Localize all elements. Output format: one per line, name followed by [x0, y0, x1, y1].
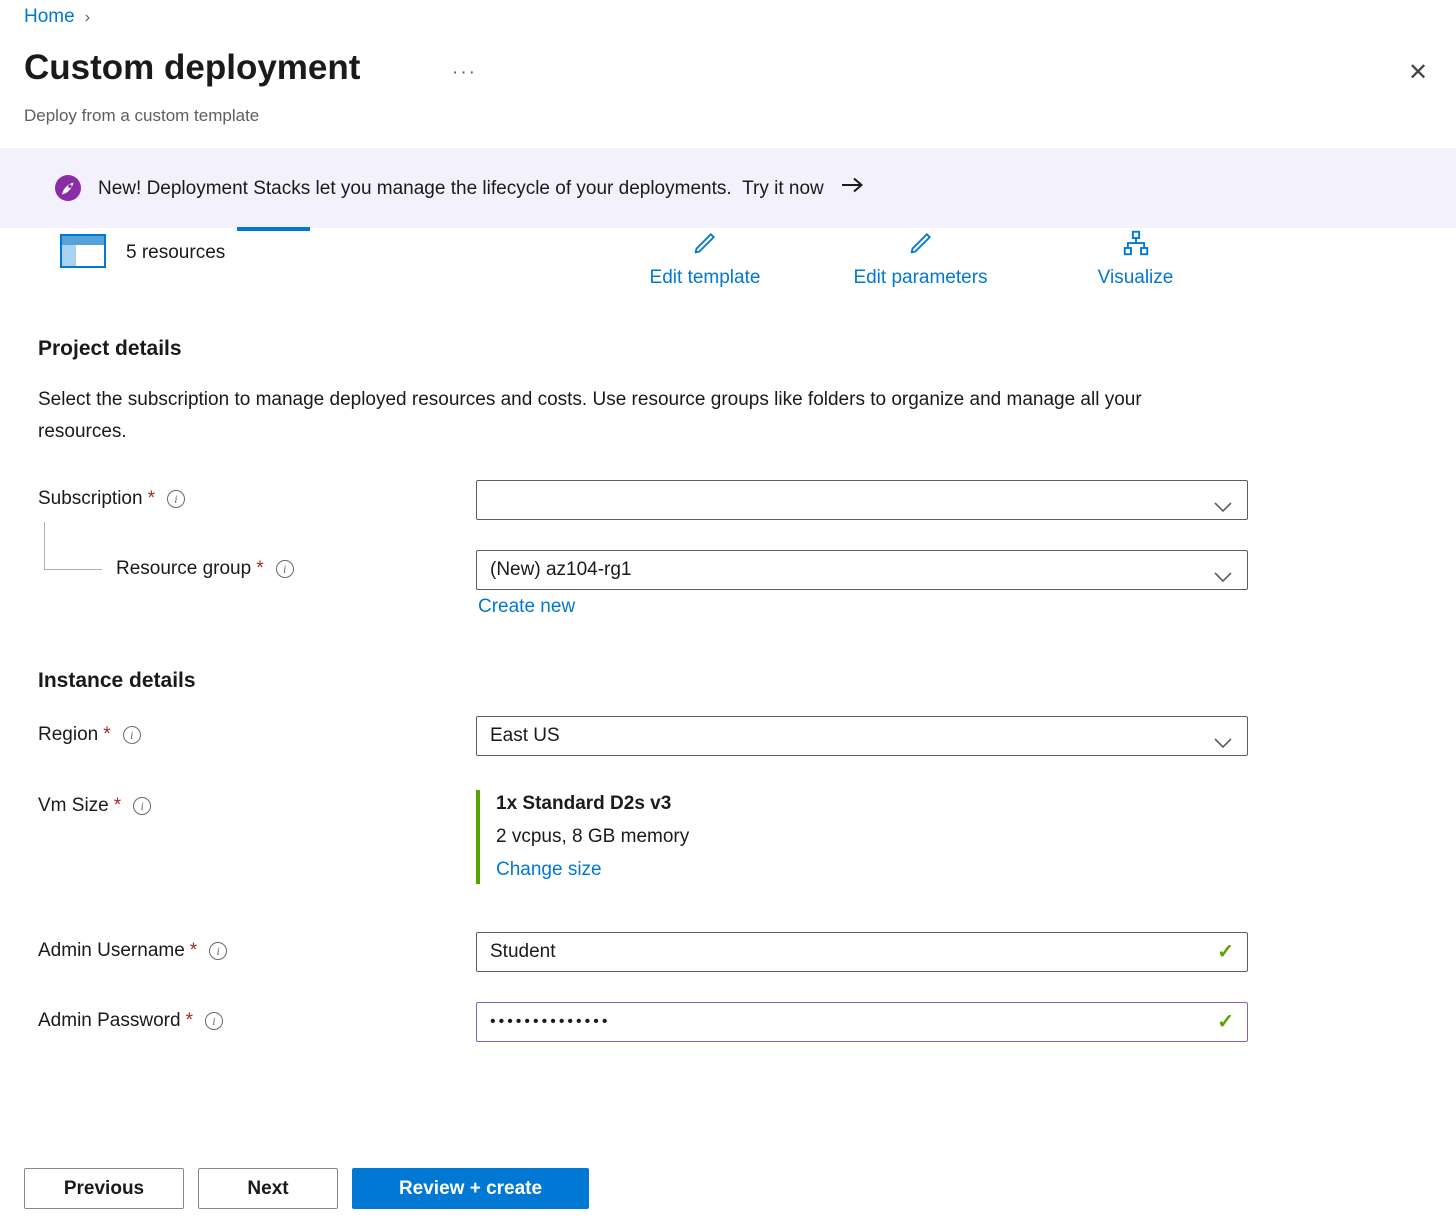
visualize-label: Visualize — [1098, 267, 1174, 289]
title-ellipsis-icon: ··· — [452, 62, 477, 84]
admin-password-field: ✓ — [476, 1002, 1248, 1042]
info-icon[interactable]: i — [123, 726, 141, 744]
previous-button[interactable]: Previous — [24, 1168, 184, 1209]
region-value: East US — [490, 725, 560, 747]
vm-size-title: 1x Standard D2s v3 — [496, 793, 689, 815]
instance-details-heading: Instance details — [38, 669, 196, 693]
pencil-icon — [906, 228, 936, 263]
resource-group-label: Resource group * i — [116, 558, 294, 580]
info-icon[interactable]: i — [133, 797, 151, 815]
region-label: Region * i — [38, 724, 141, 746]
required-marker: * — [148, 488, 155, 510]
vm-size-label: Vm Size * i — [38, 795, 151, 817]
chevron-down-icon — [1214, 566, 1232, 588]
page-title: Custom deployment — [24, 48, 360, 88]
info-icon[interactable]: i — [205, 1012, 223, 1030]
edit-template-button[interactable]: Edit template — [635, 228, 775, 289]
breadcrumb: Home › — [24, 6, 90, 28]
required-marker: * — [114, 795, 121, 817]
close-blade-button[interactable]: ✕ — [1408, 58, 1428, 87]
visualize-icon — [1121, 228, 1151, 263]
project-details-heading: Project details — [38, 337, 182, 361]
region-dropdown[interactable]: East US — [476, 716, 1248, 756]
required-marker: * — [186, 1010, 193, 1032]
resource-group-dropdown[interactable]: (New) az104-rg1 — [476, 550, 1248, 590]
next-button[interactable]: Next — [198, 1168, 338, 1209]
admin-username-input[interactable] — [476, 932, 1248, 972]
resource-group-connector — [44, 522, 102, 570]
valid-check-icon: ✓ — [1217, 1009, 1234, 1034]
page-subtitle: Deploy from a custom template — [24, 106, 259, 126]
chevron-down-icon — [1214, 732, 1232, 754]
required-marker: * — [256, 558, 263, 580]
subscription-label: Subscription * i — [38, 488, 185, 510]
admin-username-field: ✓ — [476, 932, 1248, 972]
deployment-stacks-banner: New! Deployment Stacks let you manage th… — [0, 148, 1456, 228]
subscription-dropdown[interactable] — [476, 480, 1248, 520]
info-icon[interactable]: i — [276, 560, 294, 578]
breadcrumb-separator-icon: › — [85, 7, 90, 27]
banner-message: New! Deployment Stacks let you manage th… — [98, 178, 732, 199]
arrow-right-icon[interactable] — [840, 176, 864, 194]
admin-username-label: Admin Username * i — [38, 940, 227, 962]
info-icon[interactable]: i — [209, 942, 227, 960]
vm-size-selection: 1x Standard D2s v3 2 vcpus, 8 GB memory … — [476, 790, 689, 884]
chevron-down-icon — [1214, 496, 1232, 518]
breadcrumb-home-link[interactable]: Home — [24, 6, 75, 28]
admin-password-input[interactable] — [476, 1002, 1248, 1042]
admin-password-label: Admin Password * i — [38, 1010, 223, 1032]
valid-check-icon: ✓ — [1217, 939, 1234, 964]
edit-template-label: Edit template — [650, 267, 761, 289]
resource-group-value: (New) az104-rg1 — [490, 559, 632, 581]
edit-parameters-button[interactable]: Edit parameters — [838, 228, 1003, 289]
vm-size-specs: 2 vcpus, 8 GB memory — [496, 826, 689, 848]
resources-count-label: 5 resources — [126, 242, 225, 264]
visualize-button[interactable]: Visualize — [1088, 228, 1183, 289]
required-marker: * — [190, 940, 197, 962]
create-new-link[interactable]: Create new — [478, 596, 575, 618]
template-resources-icon — [60, 234, 106, 273]
project-details-description: Select the subscription to manage deploy… — [38, 384, 1188, 448]
edit-parameters-label: Edit parameters — [853, 267, 987, 289]
required-marker: * — [103, 724, 110, 746]
pencil-icon — [690, 228, 720, 263]
change-size-link[interactable]: Change size — [496, 859, 602, 880]
review-create-button[interactable]: Review + create — [352, 1168, 589, 1209]
info-icon[interactable]: i — [167, 490, 185, 508]
rocket-icon — [54, 174, 82, 202]
truncated-link-fragment — [237, 227, 310, 231]
banner-try-it-now-link[interactable]: Try it now — [742, 178, 824, 199]
